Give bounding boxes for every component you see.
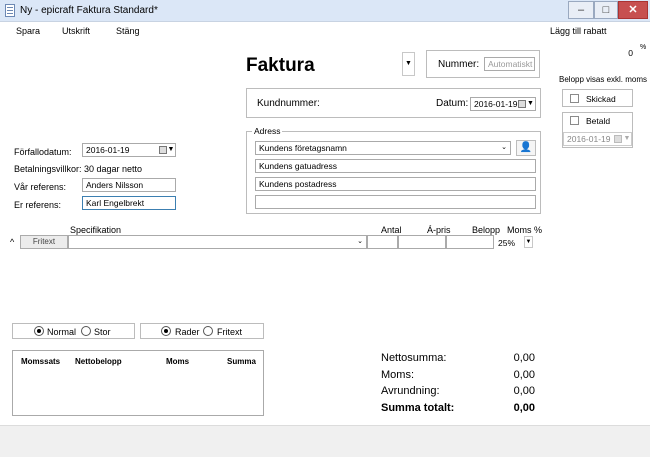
discount-label: Lägg till rabatt — [550, 26, 607, 36]
fritext-radio[interactable] — [203, 326, 213, 336]
company-name-combo[interactable]: Kundens företagsnamn ⌄ — [255, 141, 511, 155]
chevron-down-icon: ▼ — [405, 60, 412, 67]
sent-label: Skickad — [586, 94, 616, 104]
rader-label: Rader — [175, 327, 200, 337]
col-vat: Moms % — [507, 225, 543, 235]
vat-col-vat: Moms — [166, 357, 190, 366]
net-sum-value: 0,00 — [513, 352, 535, 364]
paid-label: Betald — [586, 116, 611, 126]
company-name-value: Kundens företagsnamn — [259, 143, 347, 153]
due-date-label: Förfallodatum: — [14, 147, 72, 157]
sent-checkbox[interactable] — [570, 94, 579, 103]
total-sum-label: Summa totalt: — [381, 402, 455, 414]
maximize-button[interactable]: □ — [594, 1, 618, 19]
calendar-icon[interactable] — [518, 100, 526, 108]
date-value: 2016-01-19 — [474, 99, 518, 109]
vat-col-sum: Summa — [227, 357, 256, 366]
chevron-down-icon[interactable]: ⌄ — [498, 142, 510, 154]
payment-terms-label: Betalningsvillkor: — [14, 164, 82, 174]
paid-date-picker[interactable]: 2016-01-19 ▼ — [563, 132, 632, 146]
rounding-value: 0,00 — [513, 385, 535, 397]
rounding-label: Avrundning: — [381, 385, 440, 397]
normal-label: Normal — [47, 327, 77, 337]
unit-price-input[interactable] — [398, 235, 446, 249]
col-unit-price: Á-pris — [427, 225, 451, 235]
calendar-icon[interactable] — [159, 146, 167, 154]
amount-input[interactable] — [446, 235, 494, 249]
number-label: Nummer: — [438, 59, 480, 70]
fritext-label: Fritext — [217, 327, 243, 337]
paid-checkbox[interactable] — [570, 116, 579, 125]
menu-utskrift[interactable]: Utskrift — [62, 26, 90, 36]
extra-address-input[interactable] — [255, 195, 536, 209]
paid-date-value: 2016-01-19 — [567, 134, 611, 144]
minimize-button[interactable]: – — [568, 1, 594, 19]
close-button[interactable]: ✕ — [618, 1, 648, 19]
date-picker[interactable]: 2016-01-19 ▼ — [470, 97, 536, 111]
doc-type-dropdown[interactable]: ▼ — [402, 52, 415, 76]
chevron-down-icon[interactable]: ▼ — [623, 133, 631, 145]
discount-unit: % — [640, 44, 647, 51]
col-amount: Belopp — [472, 225, 501, 235]
quantity-input[interactable] — [367, 235, 398, 249]
our-reference-input[interactable]: Anders Nilsson — [82, 178, 176, 192]
menu-bar: Spara Utskrift Stäng Lägg till rabatt 0 … — [0, 22, 650, 60]
window-title: Ny - epicraft Faktura Standard* — [20, 5, 158, 16]
status-bar — [0, 425, 650, 457]
street-address-input[interactable]: Kundens gatuadress — [255, 159, 536, 173]
doc-type-title: Faktura — [246, 55, 315, 76]
col-specification: Specifikation — [70, 225, 122, 235]
discount-input[interactable]: 0 — [610, 46, 637, 60]
contact-person-button[interactable]: 👤 — [516, 140, 536, 156]
number-placeholder: Automatiskt — [488, 59, 533, 69]
row-collapse-caret[interactable]: ^ — [10, 237, 14, 247]
row-vat-value: 25% — [498, 238, 516, 248]
chevron-down-icon: ▼ — [525, 239, 532, 245]
view-option-group — [140, 323, 264, 339]
menu-spara[interactable]: Spara — [16, 26, 40, 36]
col-quantity: Antal — [381, 225, 402, 235]
vat-sum-label: Moms: — [381, 369, 414, 381]
chevron-down-icon[interactable]: ⌄ — [354, 236, 366, 248]
person-icon: 👤 — [519, 142, 533, 153]
calendar-icon[interactable] — [614, 135, 622, 143]
stor-label: Stor — [94, 327, 111, 337]
address-group-label: Adress — [252, 126, 283, 136]
due-date-picker[interactable]: 2016-01-19 ▼ — [82, 143, 176, 157]
payment-terms-value: 30 dagar netto — [84, 164, 143, 174]
vat-note: Belopp visas exkl. moms — [559, 75, 648, 84]
normal-radio[interactable] — [34, 326, 44, 336]
chevron-down-icon[interactable]: ▼ — [526, 98, 535, 110]
menu-stang[interactable]: Stäng — [116, 26, 140, 36]
vat-col-net: Nettobelopp — [75, 357, 122, 366]
customer-number-label: Kundnummer: — [257, 98, 320, 109]
number-input[interactable]: Automatiskt — [484, 57, 535, 71]
due-date-value: 2016-01-19 — [86, 145, 130, 155]
specification-combo[interactable]: ⌄ — [68, 235, 367, 249]
row-vat-dropdown[interactable]: ▼ — [524, 236, 533, 248]
vat-col-rate: Momssats — [21, 357, 61, 366]
stor-radio[interactable] — [81, 326, 91, 336]
net-sum-label: Nettosumma: — [381, 352, 447, 364]
title-bar[interactable]: Ny - epicraft Faktura Standard* – □ ✕ — [0, 0, 650, 22]
total-sum-value: 0,00 — [513, 402, 535, 414]
vat-sum-value: 0,00 — [513, 369, 535, 381]
chevron-down-icon[interactable]: ▼ — [167, 144, 175, 156]
your-reference-input[interactable]: Karl Engelbrekt — [82, 196, 176, 210]
row-type-button[interactable]: Fritext — [20, 235, 68, 249]
your-reference-label: Er referens: — [14, 200, 62, 210]
our-reference-label: Vår referens: — [14, 182, 67, 192]
app-document-icon — [5, 4, 15, 17]
rader-radio[interactable] — [161, 326, 171, 336]
postal-address-input[interactable]: Kundens postadress — [255, 177, 536, 191]
date-label: Datum: — [436, 98, 469, 109]
